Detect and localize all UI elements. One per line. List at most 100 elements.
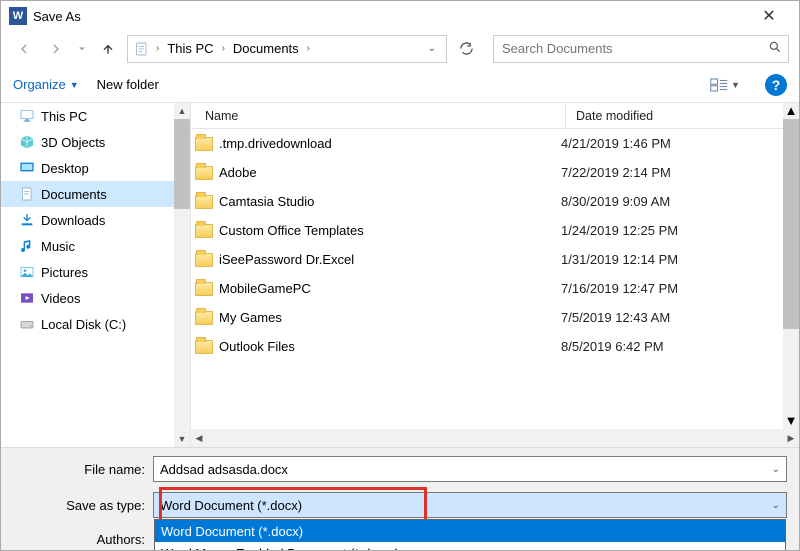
tree-item-desktop[interactable]: Desktop	[1, 155, 190, 181]
column-date[interactable]: Date modified	[570, 109, 799, 123]
file-name: Custom Office Templates	[219, 223, 561, 238]
refresh-button[interactable]	[453, 36, 479, 62]
filename-label: File name:	[13, 462, 153, 477]
column-headers: Name Date modified	[191, 103, 799, 129]
tree-item-3d[interactable]: 3D Objects	[1, 129, 190, 155]
disk-icon	[19, 316, 35, 332]
savetype-dropdown: Word Document (*.docx)Word Macro-Enabled…	[154, 519, 786, 551]
pictures-icon	[19, 264, 35, 280]
back-button[interactable]	[11, 36, 37, 62]
file-name: iSeePassword Dr.Excel	[219, 252, 561, 267]
tree-item-documents[interactable]: Documents	[1, 181, 190, 207]
documents-icon	[19, 186, 35, 202]
folder-icon	[191, 224, 219, 238]
organize-label: Organize	[13, 77, 66, 92]
filename-input[interactable]: Addsad adsasda.docx ⌄	[153, 456, 787, 482]
up-button[interactable]	[95, 36, 121, 62]
tree-item-label: 3D Objects	[41, 135, 105, 150]
folder-icon	[191, 166, 219, 180]
chevron-icon: ›	[156, 43, 159, 54]
search-box[interactable]	[493, 35, 789, 63]
search-input[interactable]	[500, 40, 768, 57]
downloads-icon	[19, 212, 35, 228]
forward-button[interactable]	[43, 36, 69, 62]
filetype-option[interactable]: Word Macro-Enabled Document (*.docm)	[155, 542, 785, 551]
file-date: 7/22/2019 2:14 PM	[561, 165, 799, 180]
nav-tree: This PC 3D Objects Desktop Documents Downloa…	[1, 103, 191, 447]
music-icon	[19, 238, 35, 254]
tree-item-downloads[interactable]: Downloads	[1, 207, 190, 233]
filename-value: Addsad adsasda.docx	[160, 462, 288, 477]
address-bar[interactable]: › This PC › Documents › ⌄	[127, 35, 447, 63]
file-date: 7/16/2019 12:47 PM	[561, 281, 799, 296]
tree-item-label: Desktop	[41, 161, 89, 176]
save-form: File name: Addsad adsasda.docx ⌄ Save as…	[1, 447, 799, 550]
vertical-scrollbar[interactable]: ▲ ▼	[783, 103, 799, 429]
tree-item-pictures[interactable]: Pictures	[1, 259, 190, 285]
pc-icon	[19, 108, 35, 124]
file-date: 1/24/2019 12:25 PM	[561, 223, 799, 238]
breadcrumb-folder[interactable]: Documents	[231, 40, 301, 57]
videos-icon	[19, 290, 35, 306]
file-row[interactable]: Camtasia Studio8/30/2019 9:09 AM	[191, 187, 799, 216]
tree-item-music[interactable]: Music	[1, 233, 190, 259]
file-date: 1/31/2019 12:14 PM	[561, 252, 799, 267]
folder-icon	[191, 311, 219, 325]
file-row[interactable]: .tmp.drivedownload4/21/2019 1:46 PM	[191, 129, 799, 158]
navbar: › This PC › Documents › ⌄	[1, 31, 799, 67]
folder-icon	[191, 253, 219, 267]
file-list-pane: Name Date modified .tmp.drivedownload4/2…	[191, 103, 799, 447]
file-name: Camtasia Studio	[219, 194, 561, 209]
savetype-label: Save as type:	[13, 498, 153, 513]
tree-item-label: This PC	[41, 109, 87, 124]
chevron-down-icon[interactable]: ⌄	[772, 464, 780, 475]
tree-item-label: Videos	[41, 291, 81, 306]
desktop-icon	[19, 160, 35, 176]
horizontal-scrollbar[interactable]: ◀▶	[191, 429, 799, 447]
folder-icon	[191, 195, 219, 209]
file-row[interactable]: Custom Office Templates1/24/2019 12:25 P…	[191, 216, 799, 245]
tree-item-videos[interactable]: Videos	[1, 285, 190, 311]
file-row[interactable]: Outlook Files8/5/2019 6:42 PM	[191, 332, 799, 361]
organize-menu[interactable]: Organize▼	[13, 77, 79, 92]
file-name: Outlook Files	[219, 339, 561, 354]
file-name: .tmp.drivedownload	[219, 136, 561, 151]
tree-item-label: Documents	[41, 187, 107, 202]
file-date: 8/30/2019 9:09 AM	[561, 194, 799, 209]
documents-icon	[134, 41, 150, 57]
column-name[interactable]: Name	[191, 109, 561, 123]
tree-item-disk[interactable]: Local Disk (C:)	[1, 311, 190, 337]
chevron-down-icon[interactable]: ⌄	[772, 500, 780, 511]
view-options-button[interactable]: ▼	[703, 72, 747, 98]
search-icon[interactable]	[768, 40, 782, 57]
save-as-dialog: W Save As ✕ › This PC › Documents › ⌄ Or…	[0, 0, 800, 551]
tree-item-label: Music	[41, 239, 75, 254]
close-button[interactable]: ✕	[747, 1, 791, 31]
tree-item-pc[interactable]: This PC	[1, 103, 190, 129]
tree-item-label: Pictures	[41, 265, 88, 280]
toolbar: Organize▼ New folder ▼ ?	[1, 67, 799, 103]
recent-dropdown[interactable]	[75, 36, 89, 62]
help-button[interactable]: ?	[765, 74, 787, 96]
file-date: 8/5/2019 6:42 PM	[561, 339, 799, 354]
titlebar: W Save As ✕	[1, 1, 799, 31]
file-row[interactable]: MobileGamePC7/16/2019 12:47 PM	[191, 274, 799, 303]
savetype-combobox[interactable]: Word Document (*.docx) ⌄ Word Document (…	[153, 492, 787, 518]
tree-item-label: Local Disk (C:)	[41, 317, 126, 332]
window-title: Save As	[33, 9, 747, 24]
folder-icon	[191, 340, 219, 354]
file-row[interactable]: Adobe7/22/2019 2:14 PM	[191, 158, 799, 187]
file-name: MobileGamePC	[219, 281, 561, 296]
folder-icon	[191, 137, 219, 151]
filetype-option[interactable]: Word Document (*.docx)	[155, 520, 785, 542]
tree-scrollbar[interactable]: ▲ ▼	[174, 103, 190, 447]
savetype-value: Word Document (*.docx)	[160, 498, 302, 513]
file-name: My Games	[219, 310, 561, 325]
3d-icon	[19, 134, 35, 150]
new-folder-button[interactable]: New folder	[97, 77, 159, 92]
file-row[interactable]: iSeePassword Dr.Excel1/31/2019 12:14 PM	[191, 245, 799, 274]
file-row[interactable]: My Games7/5/2019 12:43 AM	[191, 303, 799, 332]
breadcrumb-root[interactable]: This PC	[165, 40, 215, 57]
address-dropdown-icon[interactable]: ⌄	[424, 43, 440, 54]
authors-label: Authors:	[13, 532, 153, 547]
